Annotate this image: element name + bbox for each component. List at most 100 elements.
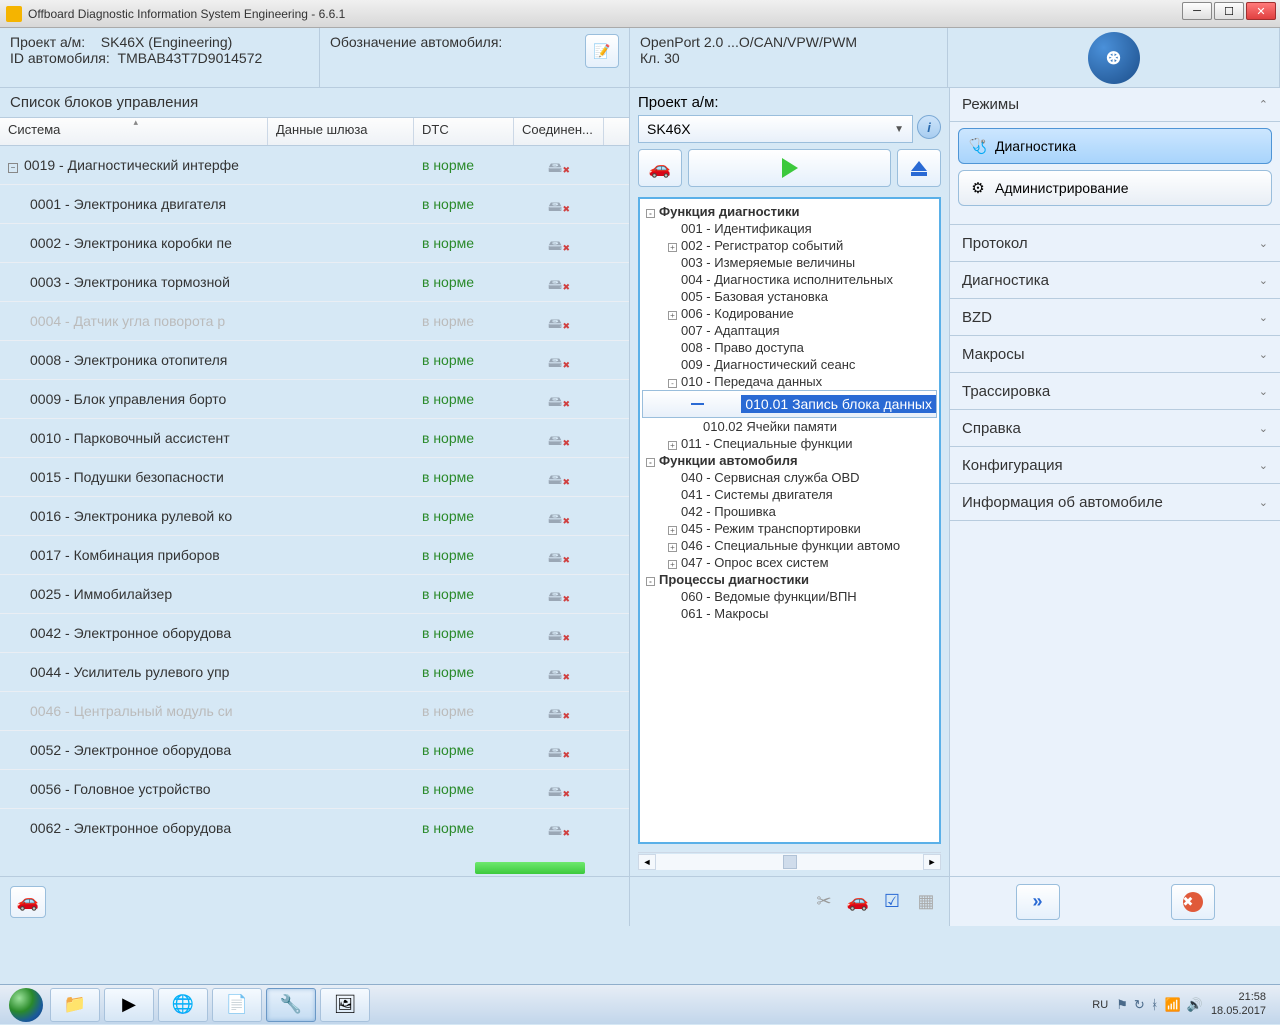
- cancel-button[interactable]: ✖: [1171, 884, 1215, 920]
- col-dtc[interactable]: DTC: [414, 118, 514, 145]
- ecu-row[interactable]: −0019 - Диагностический интерфев норме: [0, 146, 629, 185]
- maximize-button[interactable]: ☐: [1214, 2, 1244, 20]
- tree-node[interactable]: 008 - Право доступа: [642, 339, 937, 356]
- tree-node[interactable]: 005 - Базовая установка: [642, 288, 937, 305]
- taskbar-doc[interactable]: 📄: [212, 988, 262, 1022]
- tray-sync-icon[interactable]: ↻: [1134, 997, 1145, 1013]
- tool-grid-icon[interactable]: ▦: [913, 889, 939, 915]
- ecu-row[interactable]: 0016 - Электроника рулевой ков норме: [0, 497, 629, 536]
- tree-node[interactable]: 010.01 Запись блока данных: [642, 390, 937, 418]
- panel-macros[interactable]: Макросы⌄: [950, 336, 1280, 372]
- ecu-row[interactable]: 0003 - Электроника тормознойв норме: [0, 263, 629, 302]
- tree-expander-icon[interactable]: +: [668, 243, 677, 252]
- ecu-row[interactable]: 0002 - Электроника коробки пев норме: [0, 224, 629, 263]
- project-select[interactable]: SK46X ▼: [638, 115, 913, 143]
- tree-node[interactable]: 003 - Измеряемые величины: [642, 254, 937, 271]
- ecu-row[interactable]: 0008 - Электроника отопителяв норме: [0, 341, 629, 380]
- tree-node[interactable]: +047 - Опрос всех систем: [642, 554, 937, 571]
- tree-node[interactable]: 041 - Системы двигателя: [642, 486, 937, 503]
- tool-check-icon[interactable]: ☑: [879, 889, 905, 915]
- tree-node[interactable]: 001 - Идентификация: [642, 220, 937, 237]
- tray-network-icon[interactable]: 📶: [1165, 997, 1181, 1013]
- start-button[interactable]: [6, 985, 46, 1025]
- tray-flag-icon[interactable]: ⚑: [1116, 997, 1128, 1013]
- tree-expander-icon[interactable]: -: [668, 379, 677, 388]
- tree-node[interactable]: +006 - Кодирование: [642, 305, 937, 322]
- col-gateway[interactable]: Данные шлюза: [268, 118, 414, 145]
- ecu-row[interactable]: 0052 - Электронное оборудовав норме: [0, 731, 629, 770]
- tree-node[interactable]: +011 - Специальные функции: [642, 435, 937, 452]
- tree-hscroll[interactable]: ◄ ►: [638, 852, 941, 870]
- tree-node[interactable]: 060 - Ведомые функции/ВПН: [642, 588, 937, 605]
- tree-expander-icon[interactable]: +: [668, 311, 677, 320]
- tree-expander-icon[interactable]: -: [646, 577, 655, 586]
- edit-designation-button[interactable]: 📝: [585, 34, 619, 68]
- vehicle-button[interactable]: 🚗: [10, 886, 46, 918]
- expander-icon[interactable]: −: [8, 163, 18, 173]
- tree-node[interactable]: 061 - Макросы: [642, 605, 937, 622]
- system-clock[interactable]: 21:58 18.05.2017: [1211, 991, 1266, 1017]
- col-conn[interactable]: Соединен...: [514, 118, 604, 145]
- tree-node[interactable]: -010 - Передача данных: [642, 373, 937, 390]
- modes-header[interactable]: Режимы ⌃: [950, 88, 1280, 122]
- tree-expander-icon[interactable]: +: [668, 526, 677, 535]
- tree-expander-icon[interactable]: -: [646, 458, 655, 467]
- tree-node[interactable]: +002 - Регистратор событий: [642, 237, 937, 254]
- scroll-right-icon[interactable]: ►: [923, 854, 941, 870]
- forward-button[interactable]: »: [1016, 884, 1060, 920]
- tray-bluetooth-icon[interactable]: ᚼ: [1151, 997, 1159, 1013]
- panel-help[interactable]: Справка⌄: [950, 410, 1280, 446]
- taskbar-mediaplayer[interactable]: ▶: [104, 988, 154, 1022]
- taskbar-explorer[interactable]: 📁: [50, 988, 100, 1022]
- ecu-row[interactable]: 0015 - Подушки безопасностив норме: [0, 458, 629, 497]
- ecu-row[interactable]: 0046 - Центральный модуль сив норме: [0, 692, 629, 731]
- tree-node[interactable]: +046 - Специальные функции автомо: [642, 537, 937, 554]
- scroll-left-icon[interactable]: ◄: [638, 854, 656, 870]
- ecu-row[interactable]: 0025 - Иммобилайзерв норме: [0, 575, 629, 614]
- tree-node[interactable]: 040 - Сервисная служба OBD: [642, 469, 937, 486]
- tree-node[interactable]: -Функции автомобиля: [642, 452, 937, 469]
- tree-node[interactable]: -Функция диагностики: [642, 203, 937, 220]
- mode-admin-button[interactable]: ⚙ Администрирование: [958, 170, 1272, 206]
- tree-expander-icon[interactable]: +: [668, 560, 677, 569]
- ecu-row[interactable]: 0009 - Блок управления бортов норме: [0, 380, 629, 419]
- ecu-row[interactable]: 0010 - Парковочный ассистентв норме: [0, 419, 629, 458]
- col-system[interactable]: Система: [0, 118, 268, 145]
- tree-expander-icon[interactable]: -: [646, 209, 655, 218]
- tool-car-icon[interactable]: 🚗: [845, 889, 871, 915]
- tree-node[interactable]: +045 - Режим транспортировки: [642, 520, 937, 537]
- info-button[interactable]: i: [917, 115, 941, 139]
- tree-node[interactable]: 007 - Адаптация: [642, 322, 937, 339]
- minimize-button[interactable]: ─: [1182, 2, 1212, 20]
- taskbar[interactable]: 📁 ▶ 🌐 📄 🔧 🖼 RU ⚑ ↻ ᚼ 📶 🔊 21:58 18.05.201…: [0, 984, 1280, 1024]
- taskbar-odis[interactable]: 🔧: [266, 988, 316, 1022]
- close-button[interactable]: ✕: [1246, 2, 1276, 20]
- mode-diagnostics-button[interactable]: 🩺 Диагностика: [958, 128, 1272, 164]
- ecu-row[interactable]: 0044 - Усилитель рулевого упрв норме: [0, 653, 629, 692]
- play-button[interactable]: [688, 149, 891, 187]
- ecu-row[interactable]: 0017 - Комбинация приборовв норме: [0, 536, 629, 575]
- tree-node[interactable]: -Процессы диагностики: [642, 571, 937, 588]
- tree-node[interactable]: 010.02 Ячейки памяти: [642, 418, 937, 435]
- function-tree[interactable]: -Функция диагностики001 - Идентификация+…: [638, 197, 941, 844]
- tool-scissors-icon[interactable]: ✂: [811, 889, 837, 915]
- eject-button[interactable]: [897, 149, 941, 187]
- tree-node[interactable]: 009 - Диагностический сеанс: [642, 356, 937, 373]
- ecu-row[interactable]: 0042 - Электронное оборудовав норме: [0, 614, 629, 653]
- ecu-row[interactable]: 0004 - Датчик угла поворота рв норме: [0, 302, 629, 341]
- taskbar-photos[interactable]: 🖼: [320, 988, 370, 1022]
- panel-bzd[interactable]: BZD⌄: [950, 299, 1280, 335]
- panel-trace[interactable]: Трассировка⌄: [950, 373, 1280, 409]
- panel-carinfo[interactable]: Информация об автомобиле⌄: [950, 484, 1280, 520]
- ecu-row[interactable]: 0062 - Электронное оборудовав норме: [0, 809, 629, 846]
- tree-node[interactable]: 042 - Прошивка: [642, 503, 937, 520]
- ecu-row[interactable]: 0056 - Головное устройствов норме: [0, 770, 629, 809]
- lang-indicator[interactable]: RU: [1092, 999, 1108, 1011]
- panel-protocol[interactable]: Протокол⌄: [950, 225, 1280, 261]
- panel-config[interactable]: Конфигурация⌄: [950, 447, 1280, 483]
- ecu-row[interactable]: 0001 - Электроника двигателяв норме: [0, 185, 629, 224]
- tree-expander-icon[interactable]: +: [668, 441, 677, 450]
- panel-diagnostics[interactable]: Диагностика⌄: [950, 262, 1280, 298]
- taskbar-chrome[interactable]: 🌐: [158, 988, 208, 1022]
- tree-expander-icon[interactable]: +: [668, 543, 677, 552]
